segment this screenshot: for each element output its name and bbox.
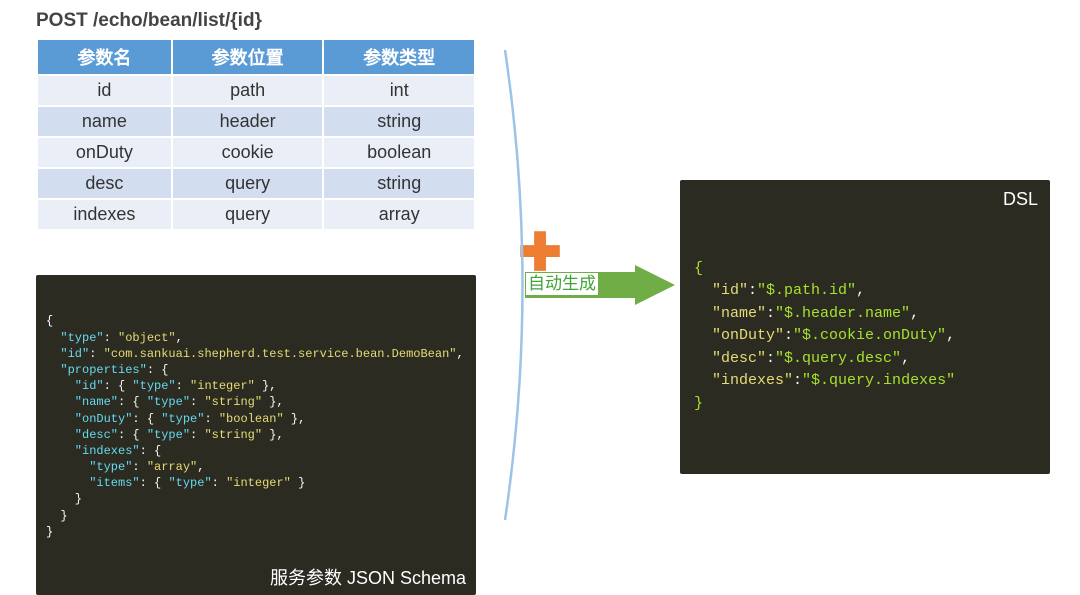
- table-cell: indexes: [37, 199, 172, 230]
- table-header-cell: 参数名: [37, 39, 172, 75]
- code-line: {: [694, 258, 1036, 281]
- table-cell: string: [323, 106, 475, 137]
- table-cell: name: [37, 106, 172, 137]
- table-row: idpathint: [37, 75, 475, 106]
- dsl-code-block: DSL { "id":"$.path.id", "name":"$.header…: [680, 180, 1050, 474]
- parameters-table: 参数名参数位置参数类型 idpathintnameheaderstringonD…: [36, 38, 476, 231]
- table-header-cell: 参数位置: [172, 39, 324, 75]
- code-line: "type": "object",: [46, 330, 466, 346]
- code-line: }: [46, 491, 466, 507]
- table-header-cell: 参数类型: [323, 39, 475, 75]
- table-cell: string: [323, 168, 475, 199]
- code-line: "id": "com.sankuai.shepherd.test.service…: [46, 346, 466, 362]
- table-row: descquerystring: [37, 168, 475, 199]
- code-line: {: [46, 313, 466, 329]
- json-schema-code-block: { "type": "object", "id": "com.sankuai.s…: [36, 275, 476, 595]
- code-line: "onDuty":"$.cookie.onDuty",: [694, 325, 1036, 348]
- code-line: "type": "array",: [46, 459, 466, 475]
- code-line: "id":"$.path.id",: [694, 280, 1036, 303]
- table-cell: int: [323, 75, 475, 106]
- table-cell: query: [172, 168, 324, 199]
- table-cell: boolean: [323, 137, 475, 168]
- table-cell: onDuty: [37, 137, 172, 168]
- code-line: }: [46, 508, 466, 524]
- code-line: "onDuty": { "type": "boolean" },: [46, 411, 466, 427]
- table-cell: desc: [37, 168, 172, 199]
- table-cell: array: [323, 199, 475, 230]
- api-endpoint-title: POST /echo/bean/list/{id}: [36, 10, 1050, 32]
- code-line: "name": { "type": "string" },: [46, 394, 466, 410]
- code-line: "indexes": {: [46, 443, 466, 459]
- diagram-container: POST /echo/bean/list/{id} 参数名参数位置参数类型 id…: [0, 0, 1080, 557]
- dsl-label: DSL: [1003, 186, 1038, 213]
- table-row: nameheaderstring: [37, 106, 475, 137]
- table-cell: query: [172, 199, 324, 230]
- code-line: "name":"$.header.name",: [694, 303, 1036, 326]
- code-line: "indexes":"$.query.indexes": [694, 370, 1036, 393]
- code-line: }: [46, 524, 466, 540]
- code-line: "items": { "type": "integer" }: [46, 475, 466, 491]
- table-row: onDutycookieboolean: [37, 137, 475, 168]
- table-cell: path: [172, 75, 324, 106]
- table-cell: header: [172, 106, 324, 137]
- code-line: "desc":"$.query.desc",: [694, 348, 1036, 371]
- code-line: "desc": { "type": "string" },: [46, 427, 466, 443]
- code-line: "id": { "type": "integer" },: [46, 378, 466, 394]
- table-cell: id: [37, 75, 172, 106]
- table-cell: cookie: [172, 137, 324, 168]
- arrow-label: 自动生成: [525, 272, 599, 296]
- json-schema-label: 服务参数 JSON Schema: [270, 566, 466, 590]
- code-line: "properties": {: [46, 362, 466, 378]
- table-row: indexesqueryarray: [37, 199, 475, 230]
- code-line: }: [694, 393, 1036, 416]
